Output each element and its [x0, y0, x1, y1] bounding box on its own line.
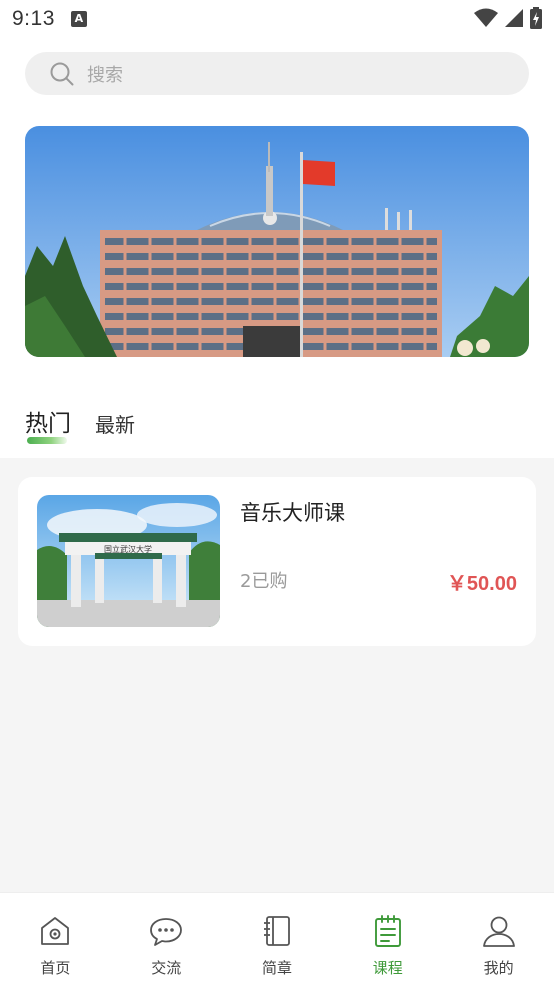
nav-course-label: 课程 — [372, 959, 403, 977]
battery-icon — [530, 7, 542, 29]
nav-home-label: 首页 — [40, 959, 71, 977]
search-icon — [50, 62, 74, 85]
course-card[interactable]: 国立武汉大学 音乐大师课 2已购 ￥50.00 — [18, 477, 536, 646]
svg-text:国立武汉大学: 国立武汉大学 — [104, 544, 152, 554]
nav-profile-label: 我的 — [483, 959, 514, 977]
tab-hot-label: 热门 — [25, 411, 71, 437]
chat-icon — [150, 918, 183, 946]
campus-banner[interactable] — [25, 126, 529, 357]
nav-course[interactable]: 课程 — [332, 893, 443, 984]
keyboard-indicator-icon: A — [70, 11, 87, 27]
profile-icon — [482, 916, 515, 947]
search-placeholder: 搜索 — [87, 64, 123, 86]
course-tabs: 热门 最新 — [25, 398, 135, 444]
search-input[interactable]: 搜索 — [25, 52, 529, 95]
course-title: 音乐大师课 — [240, 501, 345, 525]
status-icons — [474, 7, 542, 29]
tab-latest[interactable]: 最新 — [95, 409, 135, 438]
campus-building-image — [25, 126, 529, 357]
nav-chat-label: 交流 — [151, 959, 182, 977]
nav-profile[interactable]: 我的 — [443, 893, 554, 984]
course-list: 国立武汉大学 音乐大师课 2已购 ￥50.00 — [0, 458, 554, 892]
home-icon — [41, 917, 70, 945]
status-bar: 9:13 A — [0, 0, 554, 38]
wifi-icon — [474, 8, 498, 27]
course-icon — [374, 915, 401, 947]
brochure-icon — [263, 916, 290, 946]
tab-latest-label: 最新 — [95, 413, 135, 437]
archway-image: 国立武汉大学 — [37, 495, 220, 627]
nav-chat[interactable]: 交流 — [111, 893, 222, 984]
nav-brochure[interactable]: 简章 — [222, 893, 333, 984]
tab-hot[interactable]: 热门 — [25, 404, 71, 444]
course-price: ￥50.00 — [446, 573, 517, 595]
active-tab-indicator — [27, 437, 67, 444]
course-sold-count: 2已购 — [240, 571, 288, 592]
signal-icon — [505, 9, 523, 27]
status-time: 9:13 — [12, 7, 55, 30]
bottom-nav: 首页 交流 简章 课程 我的 — [0, 892, 554, 984]
nav-brochure-label: 简章 — [261, 959, 292, 977]
nav-home[interactable]: 首页 — [0, 893, 111, 984]
course-thumbnail: 国立武汉大学 — [37, 495, 220, 627]
